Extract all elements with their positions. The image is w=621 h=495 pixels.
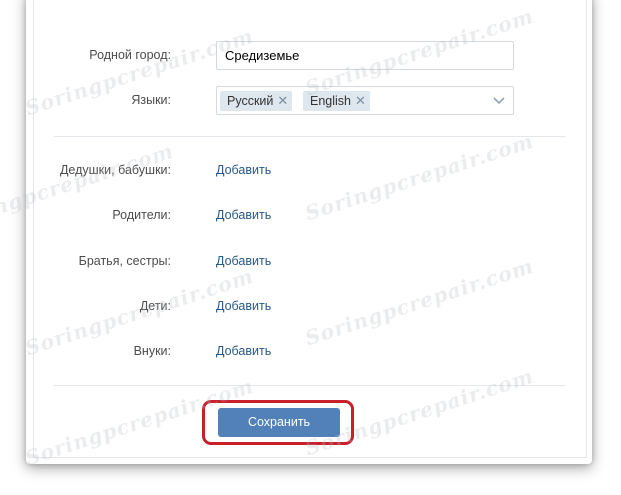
hometown-label: Родной город: [89, 48, 171, 62]
language-tag: English ✕ [303, 91, 370, 111]
settings-card: Родной город: Языки: Русский✕ English✕ Д… [33, 0, 587, 458]
screenshot-stage: Родной город: Языки: Русский✕ English✕ Д… [0, 0, 621, 495]
add-grandchildren-link[interactable]: Добавить [216, 344, 271, 358]
language-tag-label: Русский [227, 94, 274, 108]
section-divider [54, 136, 566, 137]
add-grandparents-link[interactable]: Добавить [216, 163, 271, 177]
children-label: Дети: [139, 299, 171, 313]
hometown-input[interactable] [216, 41, 514, 70]
language-tag-label: English [310, 94, 351, 108]
languages-label: Языки: [131, 93, 171, 107]
siblings-label: Братья, сестры: [78, 254, 171, 268]
footer-divider [54, 385, 566, 386]
grandparents-label: Дедушки, бабушки: [59, 163, 171, 177]
chevron-down-icon[interactable] [493, 96, 505, 106]
languages-field[interactable]: Русский ✕ English ✕ [216, 86, 514, 115]
add-children-link[interactable]: Добавить [216, 299, 271, 313]
add-siblings-link[interactable]: Добавить [216, 254, 271, 268]
parents-label: Родители: [112, 208, 171, 222]
grandchildren-label: Внуки: [133, 344, 171, 358]
save-button[interactable]: Сохранить [218, 408, 340, 437]
language-tag: Русский ✕ [220, 91, 293, 111]
add-parents-link[interactable]: Добавить [216, 208, 271, 222]
remove-tag-icon[interactable]: ✕ [355, 91, 366, 111]
remove-tag-icon[interactable]: ✕ [277, 91, 288, 111]
